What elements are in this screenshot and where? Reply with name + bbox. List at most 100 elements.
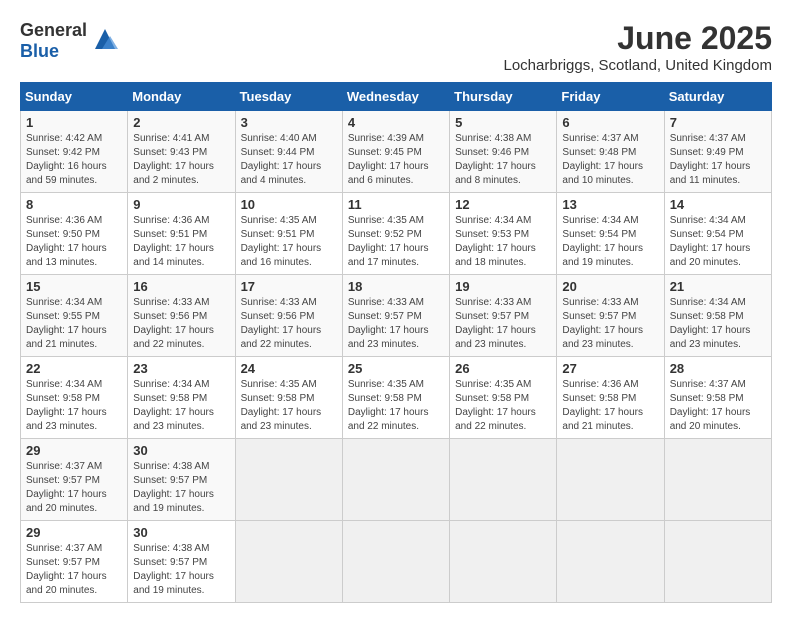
calendar-cell: 19 Sunrise: 4:33 AMSunset: 9:57 PMDayligh… xyxy=(450,275,557,357)
day-info: Sunrise: 4:37 AMSunset: 9:57 PMDaylight:… xyxy=(26,542,122,598)
day-info: Sunrise: 4:34 AMSunset: 9:58 PMDaylight:… xyxy=(133,378,229,434)
day-info: Sunrise: 4:33 AMSunset: 9:56 PMDaylight:… xyxy=(133,296,229,352)
day-info: Sunrise: 4:36 AMSunset: 9:58 PMDaylight:… xyxy=(562,378,658,434)
calendar-cell: 18Sunrise: 4:33 AMSunset: 9:57 PMDayligh… xyxy=(342,275,449,357)
day-info: Sunrise: 4:34 AMSunset: 9:54 PMDaylight:… xyxy=(562,214,658,270)
calendar-cell: 29 Sunrise: 4:37 AMSunset: 9:57 PMDayligh… xyxy=(21,439,128,521)
day-number: 21 xyxy=(670,279,766,294)
week-row-5: 29 Sunrise: 4:37 AMSunset: 9:57 PMDayligh… xyxy=(21,439,772,521)
calendar-cell: 1Sunrise: 4:42 AMSunset: 9:42 PMDaylight… xyxy=(21,111,128,193)
day-info: Sunrise: 4:33 AMSunset: 9:57 PMDaylight:… xyxy=(562,296,658,352)
day-number: 20 xyxy=(562,279,658,294)
day-number: 3 xyxy=(241,115,337,130)
calendar-cell: 20 Sunrise: 4:33 AMSunset: 9:57 PMDayligh… xyxy=(557,275,664,357)
day-number: 12 xyxy=(455,197,551,212)
day-info: Sunrise: 4:34 AMSunset: 9:53 PMDaylight:… xyxy=(455,214,551,270)
title-block: June 2025 Locharbriggs, Scotland, United… xyxy=(504,20,773,74)
day-info: Sunrise: 4:40 AMSunset: 9:44 PMDaylight:… xyxy=(241,132,337,188)
day-number: 18 xyxy=(348,279,444,294)
month-title: June 2025 xyxy=(504,20,773,57)
day-info: Sunrise: 4:35 AMSunset: 9:51 PMDaylight:… xyxy=(241,214,337,270)
col-header-tuesday: Tuesday xyxy=(235,83,342,111)
calendar-cell: 9Sunrise: 4:36 AMSunset: 9:51 PMDaylight… xyxy=(128,193,235,275)
calendar-cell: 23Sunrise: 4:34 AMSunset: 9:58 PMDayligh… xyxy=(128,357,235,439)
day-info: Sunrise: 4:35 AMSunset: 9:58 PMDaylight:… xyxy=(348,378,444,434)
day-number: 2 xyxy=(133,115,229,130)
calendar-cell: 10Sunrise: 4:35 AMSunset: 9:51 PMDayligh… xyxy=(235,193,342,275)
page-header: General Blue June 2025 Locharbriggs, Sco… xyxy=(20,20,772,74)
calendar-cell: 4 Sunrise: 4:39 AMSunset: 9:45 PMDaylight… xyxy=(342,111,449,193)
day-number: 22 xyxy=(26,361,122,376)
day-number: 5 xyxy=(455,115,551,130)
calendar-cell xyxy=(342,439,449,521)
day-number: 29 xyxy=(26,525,122,540)
logo-icon xyxy=(90,24,120,54)
week-row-6: 29 Sunrise: 4:37 AMSunset: 9:57 PMDayligh… xyxy=(21,521,772,603)
day-number: 11 xyxy=(348,197,444,212)
day-info: Sunrise: 4:39 AMSunset: 9:45 PMDaylight:… xyxy=(348,132,444,188)
calendar-cell: 28 Sunrise: 4:37 AMSunset: 9:58 PMDayligh… xyxy=(664,357,771,439)
day-info: Sunrise: 4:33 AMSunset: 9:57 PMDaylight:… xyxy=(455,296,551,352)
calendar-cell: 6 Sunrise: 4:37 AMSunset: 9:48 PMDaylight… xyxy=(557,111,664,193)
day-number: 4 xyxy=(348,115,444,130)
calendar-cell: 8Sunrise: 4:36 AMSunset: 9:50 PMDaylight… xyxy=(21,193,128,275)
day-info: Sunrise: 4:38 AMSunset: 9:46 PMDaylight:… xyxy=(455,132,551,188)
calendar-cell xyxy=(450,521,557,603)
day-number: 17 xyxy=(241,279,337,294)
calendar-cell xyxy=(235,521,342,603)
day-info: Sunrise: 4:38 AMSunset: 9:57 PMDaylight:… xyxy=(133,460,229,516)
day-number: 14 xyxy=(670,197,766,212)
calendar-cell xyxy=(557,439,664,521)
calendar-cell xyxy=(664,439,771,521)
day-info: Sunrise: 4:36 AMSunset: 9:51 PMDaylight:… xyxy=(133,214,229,270)
day-info: Sunrise: 4:37 AMSunset: 9:49 PMDaylight:… xyxy=(670,132,766,188)
day-info: Sunrise: 4:33 AMSunset: 9:56 PMDaylight:… xyxy=(241,296,337,352)
day-info: Sunrise: 4:36 AMSunset: 9:50 PMDaylight:… xyxy=(26,214,122,270)
calendar-cell: 25 Sunrise: 4:35 AMSunset: 9:58 PMDayligh… xyxy=(342,357,449,439)
day-number: 6 xyxy=(562,115,658,130)
calendar-table: SundayMondayTuesdayWednesdayThursdayFrid… xyxy=(20,82,772,603)
calendar-cell xyxy=(450,439,557,521)
calendar-cell: 30 Sunrise: 4:38 AMSunset: 9:57 PMDayligh… xyxy=(128,439,235,521)
day-number: 19 xyxy=(455,279,551,294)
day-number: 28 xyxy=(670,361,766,376)
day-info: Sunrise: 4:35 AMSunset: 9:52 PMDaylight:… xyxy=(348,214,444,270)
day-info: Sunrise: 4:34 AMSunset: 9:55 PMDaylight:… xyxy=(26,296,122,352)
day-number: 27 xyxy=(562,361,658,376)
day-info: Sunrise: 4:34 AMSunset: 9:58 PMDaylight:… xyxy=(670,296,766,352)
calendar-cell: 7Sunrise: 4:37 AMSunset: 9:49 PMDaylight… xyxy=(664,111,771,193)
calendar-cell: 3 Sunrise: 4:40 AMSunset: 9:44 PMDaylight… xyxy=(235,111,342,193)
day-number: 30 xyxy=(133,443,229,458)
day-number: 25 xyxy=(348,361,444,376)
day-number: 13 xyxy=(562,197,658,212)
week-row-1: 1Sunrise: 4:42 AMSunset: 9:42 PMDaylight… xyxy=(21,111,772,193)
calendar-cell xyxy=(235,439,342,521)
calendar-header-row: SundayMondayTuesdayWednesdayThursdayFrid… xyxy=(21,83,772,111)
day-info: Sunrise: 4:37 AMSunset: 9:48 PMDaylight:… xyxy=(562,132,658,188)
calendar-cell: 11 Sunrise: 4:35 AMSunset: 9:52 PMDayligh… xyxy=(342,193,449,275)
calendar-cell: 30Sunrise: 4:38 AMSunset: 9:57 PMDayligh… xyxy=(128,521,235,603)
col-header-friday: Friday xyxy=(557,83,664,111)
col-header-sunday: Sunday xyxy=(21,83,128,111)
col-header-wednesday: Wednesday xyxy=(342,83,449,111)
calendar-cell: 14Sunrise: 4:34 AMSunset: 9:54 PMDayligh… xyxy=(664,193,771,275)
calendar-cell: 21 Sunrise: 4:34 AMSunset: 9:58 PMDayligh… xyxy=(664,275,771,357)
calendar-cell: 27 Sunrise: 4:36 AMSunset: 9:58 PMDayligh… xyxy=(557,357,664,439)
calendar-cell: 12 Sunrise: 4:34 AMSunset: 9:53 PMDayligh… xyxy=(450,193,557,275)
day-number: 29 xyxy=(26,443,122,458)
week-row-3: 15 Sunrise: 4:34 AMSunset: 9:55 PMDayligh… xyxy=(21,275,772,357)
day-number: 26 xyxy=(455,361,551,376)
location-title: Locharbriggs, Scotland, United Kingdom xyxy=(504,57,773,74)
col-header-saturday: Saturday xyxy=(664,83,771,111)
calendar-cell xyxy=(664,521,771,603)
day-info: Sunrise: 4:37 AMSunset: 9:58 PMDaylight:… xyxy=(670,378,766,434)
day-number: 15 xyxy=(26,279,122,294)
calendar-cell: 24Sunrise: 4:35 AMSunset: 9:58 PMDayligh… xyxy=(235,357,342,439)
calendar-cell: 17 Sunrise: 4:33 AMSunset: 9:56 PMDayligh… xyxy=(235,275,342,357)
day-number: 24 xyxy=(241,361,337,376)
day-info: Sunrise: 4:37 AMSunset: 9:57 PMDaylight:… xyxy=(26,460,122,516)
week-row-4: 22 Sunrise: 4:34 AMSunset: 9:58 PMDayligh… xyxy=(21,357,772,439)
calendar-cell: 2Sunrise: 4:41 AMSunset: 9:43 PMDaylight… xyxy=(128,111,235,193)
calendar-cell xyxy=(557,521,664,603)
day-number: 30 xyxy=(133,525,229,540)
